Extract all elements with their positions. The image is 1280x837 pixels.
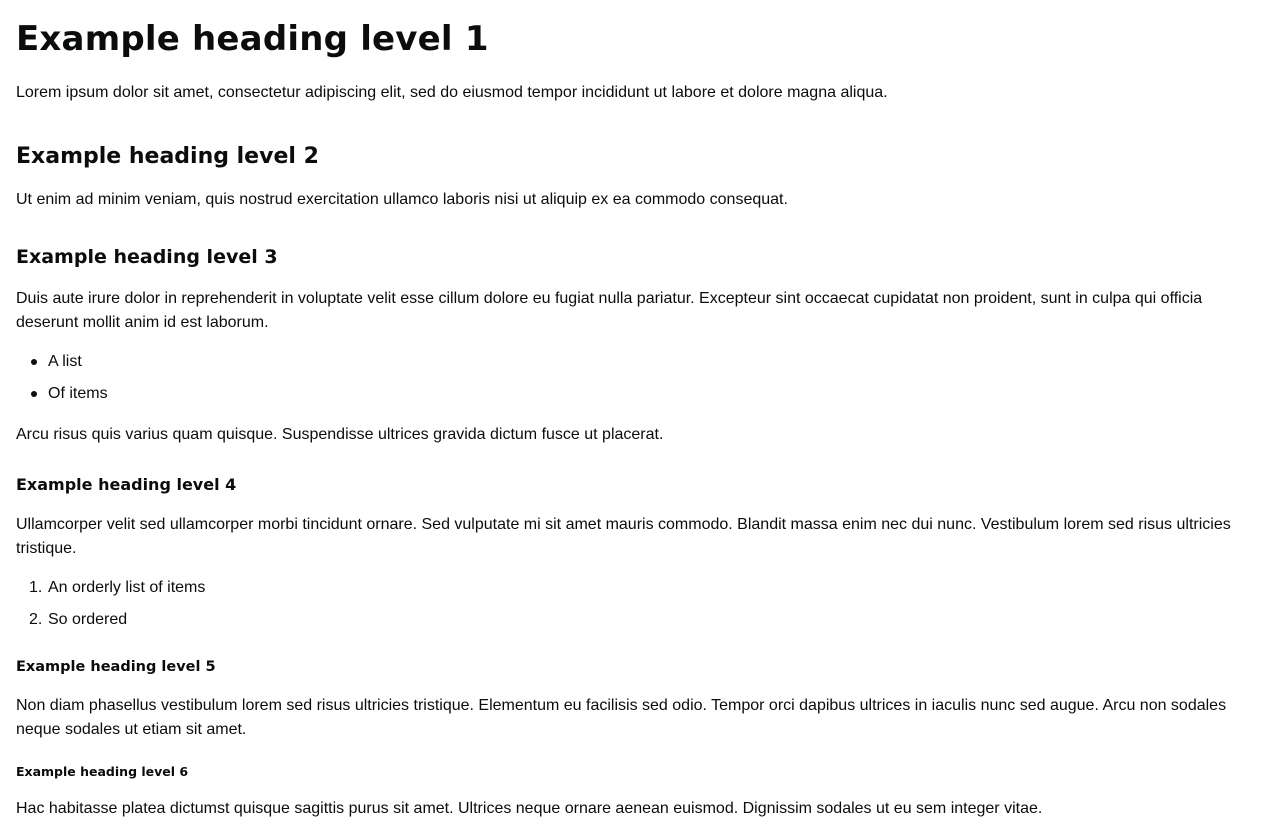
paragraph-5: Ullamcorper velit sed ullamcorper morbi …: [16, 516, 1231, 557]
list-item: Of items: [16, 382, 108, 414]
paragraph-3: Duis aute irure dolor in reprehenderit i…: [16, 290, 1203, 331]
heading-level-5: Example heading level 5: [16, 659, 216, 675]
list-item-label: An orderly list of items: [48, 579, 206, 596]
paragraph-4: Arcu risus quis varius quam quisque. Sus…: [16, 426, 664, 443]
list-number: 1.: [29, 579, 43, 596]
paragraph-6: Non diam phasellus vestibulum lorem sed …: [16, 697, 1227, 738]
paragraph-7: Hac habitasse platea dictumst quisque sa…: [16, 800, 1043, 817]
ordered-list: 1. An orderly list of items 2. So ordere…: [16, 576, 205, 640]
paragraph-1: Lorem ipsum dolor sit amet, consectetur …: [16, 84, 888, 101]
paragraph-2: Ut enim ad minim veniam, quis nostrud ex…: [16, 191, 788, 208]
heading-level-4: Example heading level 4: [16, 475, 237, 494]
list-number: 2.: [29, 611, 43, 628]
heading-level-3: Example heading level 3: [16, 246, 278, 268]
bullet-icon: [31, 359, 37, 365]
heading-level-2: Example heading level 2: [16, 144, 319, 169]
heading-level-1: Example heading level 1: [16, 19, 489, 59]
list-item: 2. So ordered: [16, 608, 205, 640]
document-page: Example heading level 1 Lorem ipsum dolo…: [0, 0, 1280, 837]
list-item: A list: [16, 350, 108, 382]
heading-level-6: Example heading level 6: [16, 764, 189, 779]
bullet-icon: [31, 391, 37, 397]
list-item: 1. An orderly list of items: [16, 576, 205, 608]
list-item-label: A list: [48, 353, 82, 370]
unordered-list: A list Of items: [16, 350, 108, 414]
list-item-label: So ordered: [48, 611, 128, 628]
list-item-label: Of items: [48, 385, 108, 402]
